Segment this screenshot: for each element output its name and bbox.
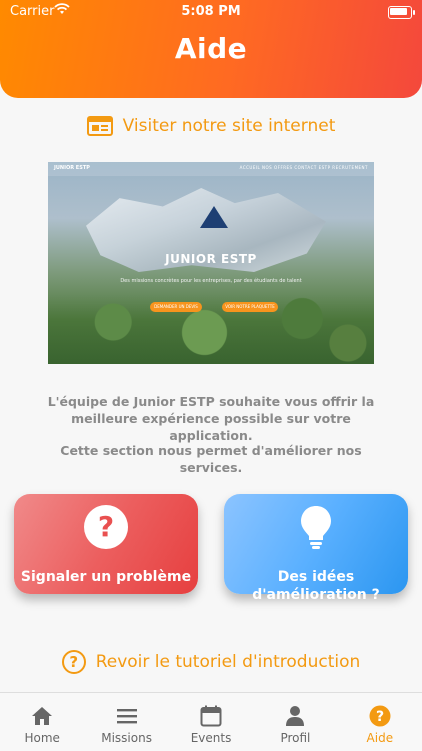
preview-trees (48, 294, 374, 364)
lightbulb-icon (224, 504, 408, 550)
tab-label: Profil (280, 731, 311, 745)
menu-icon (84, 703, 168, 729)
description-subtext: Cette section nous permet d'améliorer no… (60, 443, 362, 475)
tutorial-link[interactable]: ? Revoir le tutoriel d'introduction (0, 650, 422, 674)
preview-tagline: Des missions concrètes pour les entrepri… (120, 278, 302, 284)
website-link[interactable]: Visiter notre site internet (0, 116, 422, 136)
website-link-label: Visiter notre site internet (122, 116, 336, 136)
report-problem-button[interactable]: ? Signaler un problème (14, 494, 198, 594)
question-circle-icon: ? (14, 504, 198, 550)
tab-label: Events (190, 731, 232, 745)
tab-bar: Home Missions Events Profil ? Aide (0, 692, 422, 751)
tab-profil[interactable]: Profil (253, 693, 337, 751)
svg-text:?: ? (98, 510, 114, 543)
preview-button-brochure: VOIR NOTRE PLAQUETTE (222, 302, 278, 312)
help-icon: ? (338, 703, 422, 729)
page-title: Aide (174, 32, 248, 65)
header: Carrier 5:08 PM Aide (0, 0, 422, 98)
report-problem-label: Signaler un problème (20, 569, 192, 585)
website-preview-image[interactable]: JUNIOR ESTP ACCUEIL NOS OFFRES CONTACT E… (48, 162, 374, 364)
tab-aide[interactable]: ? Aide (338, 693, 422, 751)
preview-nav: ACCUEIL NOS OFFRES CONTACT ESTP RECRUTEM… (239, 165, 368, 170)
website-icon (86, 116, 113, 136)
preview-button-quote: DEMANDER UN DEVIS (150, 302, 202, 312)
battery-icon (388, 6, 415, 19)
tab-label: Aide (366, 731, 394, 745)
tab-label: Missions (101, 731, 152, 745)
description-text: L'équipe de Junior ESTP souhaite vous of… (47, 394, 375, 443)
preview-brand: JUNIOR ESTP (165, 252, 257, 266)
tab-missions[interactable]: Missions (84, 693, 168, 751)
question-circle-icon: ? (61, 650, 86, 674)
home-icon (0, 703, 84, 729)
preview-logo-mark (200, 206, 228, 228)
tab-label: Home (24, 731, 60, 745)
svg-text:?: ? (376, 709, 384, 725)
person-icon (253, 703, 337, 729)
preview-logo: JUNIOR ESTP (54, 165, 90, 171)
tab-home[interactable]: Home (0, 693, 84, 751)
tutorial-label: Revoir le tutoriel d'introduction (95, 652, 361, 672)
status-time: 5:08 PM (181, 4, 241, 19)
tab-events[interactable]: Events (169, 693, 253, 751)
status-bar: Carrier 5:08 PM (0, 3, 422, 20)
improvement-ideas-button[interactable]: Des idées d'amélioration ? (224, 494, 408, 603)
calendar-icon (169, 703, 253, 729)
improvement-ideas-label: Des idées d'amélioration ? (252, 569, 380, 603)
